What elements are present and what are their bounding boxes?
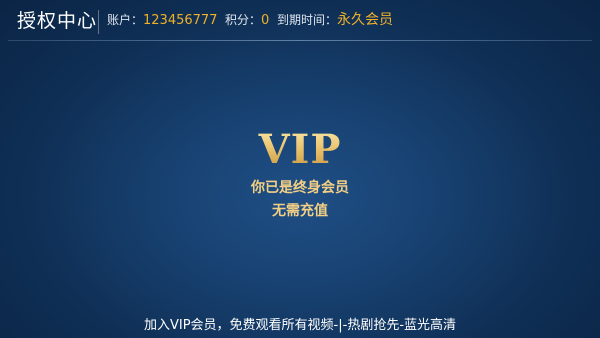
header-divider [8,40,592,41]
title-divider [98,10,99,34]
vip-title: VIP [0,128,600,172]
account-info: 账户：123456777 [107,12,217,29]
expire-value: 永久会员 [337,12,394,28]
expire-info: 到期时间：永久会员 [277,12,393,28]
promo-text: 加入VIP会员，免费观看所有视频-|-热剧抢先-蓝光高清 [143,318,457,333]
no-recharge-text: 无需充值 [272,203,328,219]
header-bar: 授权中心 账户：123456777 积分：0 到期时间：永久会员 [0,0,600,42]
points-info: 积分：0 [225,12,269,29]
vip-status-text: 你已是终身会员 [251,180,349,196]
page-title: 授权中心 [17,10,98,32]
account-label: 账户： [107,13,144,27]
expire-label: 到期时间： [277,13,338,27]
account-value: 123456777 [143,13,218,28]
points-label: 积分： [225,13,262,27]
points-value: 0 [261,13,270,28]
